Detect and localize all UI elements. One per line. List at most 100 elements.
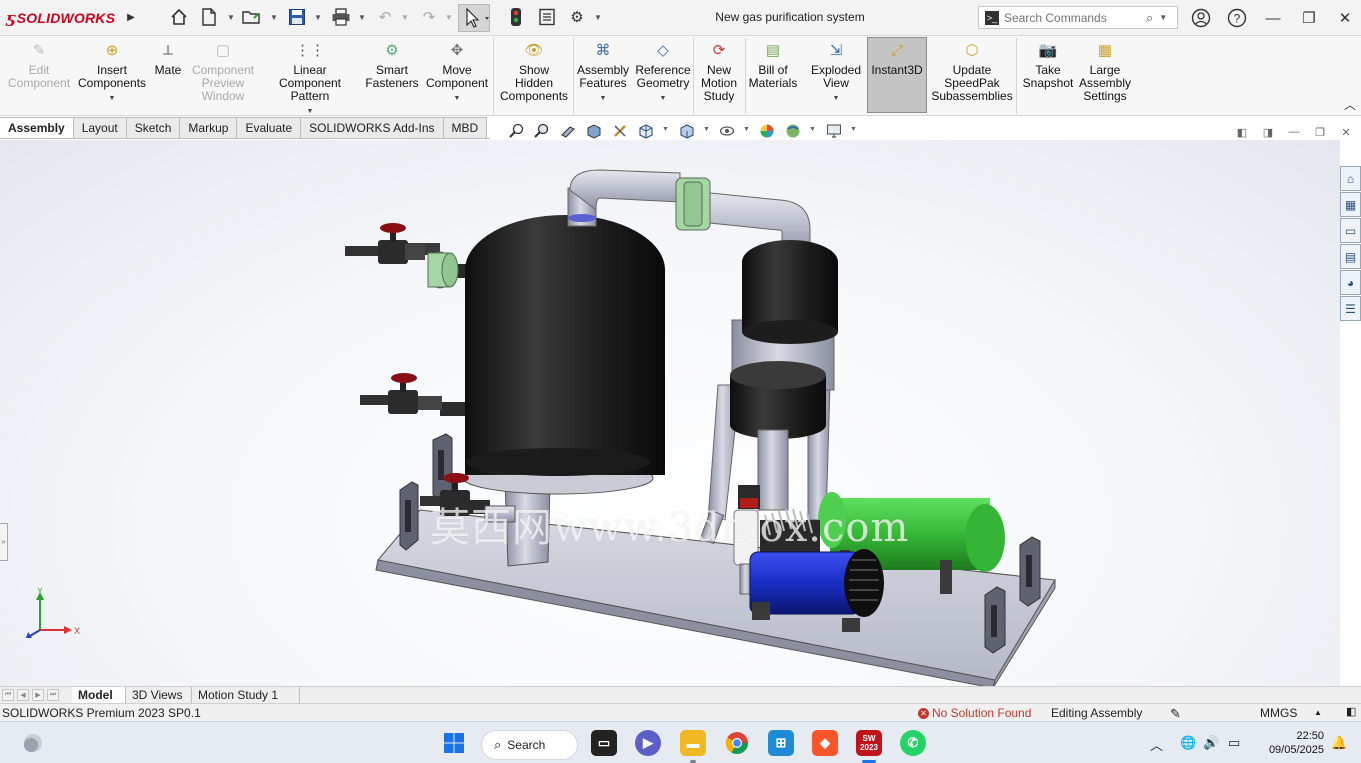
update-speedpak-subassemblies-button[interactable]: ⬡ Update SpeedPak Subassemblies bbox=[931, 40, 1012, 103]
component-preview-window-button[interactable]: ▢ Component Preview Window bbox=[190, 40, 256, 103]
solidworks-taskbar-icon[interactable]: SW 2023 bbox=[856, 730, 882, 756]
mate-button[interactable]: ⟂ Mate bbox=[148, 40, 188, 77]
bottom-tab-3d-views[interactable]: 3D Views bbox=[126, 687, 192, 703]
options-dropdown-icon[interactable]: ▼ bbox=[594, 12, 602, 22]
exploded-view-button[interactable]: ⇲ Exploded View ▼ bbox=[809, 40, 863, 105]
save-dropdown-icon[interactable]: ▼ bbox=[314, 12, 322, 22]
tray-overflow-icon[interactable]: ︿ bbox=[1150, 735, 1163, 754]
unit-system-text[interactable]: MMGS bbox=[1260, 706, 1297, 720]
redo-dropdown-icon[interactable]: ▼ bbox=[445, 12, 453, 22]
file-explorer-taskbar-icon[interactable]: ▬ bbox=[680, 730, 706, 756]
undo-icon[interactable]: ↶ bbox=[374, 6, 396, 28]
app-grid-icon[interactable]: ⊞ bbox=[768, 730, 794, 756]
view-orientation-icon[interactable] bbox=[636, 121, 656, 141]
taskbar-clock[interactable]: 22:50 09/05/2025 bbox=[1254, 729, 1324, 757]
take-snapshot-button[interactable]: 📷 Take Snapshot bbox=[1022, 40, 1074, 90]
file-explorer-icon[interactable]: ▭ bbox=[1340, 218, 1361, 243]
apply-scene-dropdown-icon[interactable]: ▼ bbox=[809, 126, 816, 133]
linear-component-pattern-button[interactable]: ⋮⋮ Linear Component Pattern ▼ bbox=[262, 40, 358, 118]
print-icon[interactable] bbox=[330, 6, 352, 28]
select-tool-button[interactable] bbox=[458, 4, 490, 32]
hide-show-items-icon[interactable] bbox=[717, 121, 737, 141]
new-motion-study-button[interactable]: ⟳ New Motion Study bbox=[699, 40, 739, 103]
search-input[interactable] bbox=[1004, 10, 1144, 25]
display-style-icon[interactable] bbox=[677, 121, 697, 141]
dynamic-annotation-icon[interactable] bbox=[610, 121, 630, 141]
ribbon-dropdown-icon[interactable]: ▼ bbox=[454, 92, 461, 105]
search-dropdown-icon[interactable]: ▼ bbox=[1159, 13, 1167, 22]
collapse-ribbon-icon[interactable]: ︿ bbox=[1344, 96, 1356, 113]
open-folder-icon[interactable] bbox=[241, 6, 263, 28]
search-commands-box[interactable]: >_ ⌕ ▼ bbox=[978, 6, 1178, 29]
hide-show-dropdown-icon[interactable]: ▼ bbox=[743, 126, 750, 133]
smart-fasteners-button[interactable]: ⚙ Smart Fasteners bbox=[365, 40, 418, 90]
battery-icon[interactable]: ▭ bbox=[1228, 735, 1240, 751]
display-style-dropdown-icon[interactable]: ▼ bbox=[703, 126, 710, 133]
reference-geometry-button[interactable]: ◇ Reference Geometry ▼ bbox=[635, 40, 690, 105]
ribbon-dropdown-icon[interactable]: ▼ bbox=[660, 92, 667, 105]
zoom-to-fit-icon[interactable] bbox=[507, 121, 527, 141]
notification-bell-icon[interactable]: 🔔 bbox=[1331, 735, 1347, 751]
prev-tab-icon[interactable]: ◀ bbox=[17, 689, 29, 701]
solidworks-resources-icon[interactable]: ⌂ bbox=[1340, 166, 1361, 191]
home-icon[interactable] bbox=[168, 6, 190, 28]
bottom-tab-motion-study-1[interactable]: Motion Study 1 bbox=[192, 687, 300, 703]
options-gear-icon[interactable]: ⚙ bbox=[566, 6, 588, 28]
search-icon[interactable]: ⌕ bbox=[1146, 10, 1153, 26]
save-icon[interactable] bbox=[286, 6, 308, 28]
assembly-features-button[interactable]: ⌘ Assembly Features ▼ bbox=[576, 40, 630, 105]
tab-solidworks-add-ins[interactable]: SOLIDWORKS Add-Ins bbox=[301, 117, 444, 139]
close-icon[interactable]: ✕ bbox=[1333, 6, 1357, 30]
file-properties-icon[interactable] bbox=[536, 6, 558, 28]
solidworks-logo[interactable]: ƽ SOLIDWORKS bbox=[6, 8, 115, 28]
instant3d-button[interactable]: ⤢ Instant3D bbox=[869, 40, 925, 77]
solution-status[interactable]: ✕ No Solution Found bbox=[918, 706, 1031, 720]
view-settings-dropdown-icon[interactable]: ▼ bbox=[850, 126, 857, 133]
whatsapp-icon[interactable]: ✆ bbox=[900, 730, 926, 756]
restore-icon[interactable]: ❐ bbox=[1297, 6, 1321, 30]
weather-widget-icon[interactable] bbox=[20, 730, 46, 756]
view-palette-icon[interactable]: ▤ bbox=[1340, 244, 1361, 269]
graphics-area[interactable]: 莫西网www.3dmox.com » Y X bbox=[0, 140, 1340, 686]
language-globe-icon[interactable]: 🌐 bbox=[1180, 735, 1196, 751]
viewport-next-icon[interactable]: ◨ bbox=[1260, 124, 1276, 140]
volume-icon[interactable]: 🔊 bbox=[1203, 735, 1219, 751]
print-dropdown-icon[interactable]: ▼ bbox=[358, 12, 366, 22]
menu-expand-icon[interactable]: ▶ bbox=[124, 6, 138, 28]
redo-icon[interactable]: ↷ bbox=[418, 6, 440, 28]
edit-appearance-icon[interactable] bbox=[757, 121, 777, 141]
show-hidden-components-button[interactable]: 👁 Show Hidden Components bbox=[500, 40, 568, 103]
view-orientation-dropdown-icon[interactable]: ▼ bbox=[662, 126, 669, 133]
status-expand-icon[interactable]: ◧ bbox=[1346, 705, 1356, 718]
appearances-icon[interactable]: ◕ bbox=[1340, 270, 1361, 295]
quick-note-icon[interactable]: ✎ bbox=[1170, 706, 1181, 722]
taskbar-search[interactable]: ⌕ Search bbox=[481, 730, 578, 760]
large-assembly-settings-button[interactable]: ▦ Large Assembly Settings bbox=[1079, 40, 1131, 103]
previous-view-icon[interactable] bbox=[558, 121, 578, 141]
new-document-icon[interactable] bbox=[198, 6, 220, 28]
brave-browser-icon[interactable]: ◆ bbox=[812, 730, 838, 756]
open-dropdown-icon[interactable]: ▼ bbox=[270, 12, 278, 22]
edit-component-button[interactable]: ✎ Edit Component bbox=[8, 40, 70, 90]
unit-system-dropdown-icon[interactable]: ▲ bbox=[1314, 708, 1322, 717]
tab-evaluate[interactable]: Evaluate bbox=[237, 117, 302, 139]
move-component-button[interactable]: ✥ Move Component ▼ bbox=[426, 40, 488, 105]
new-dropdown-icon[interactable]: ▼ bbox=[227, 12, 235, 22]
viewport-restore-icon[interactable]: ❐ bbox=[1312, 124, 1328, 140]
tab-markup[interactable]: Markup bbox=[180, 117, 238, 139]
tab-mbd[interactable]: MBD bbox=[443, 117, 488, 139]
assembly-model[interactable] bbox=[0, 140, 1340, 686]
ribbon-dropdown-icon[interactable]: ▼ bbox=[600, 92, 607, 105]
viewport-minimize-icon[interactable]: — bbox=[1286, 124, 1302, 140]
bill-of-materials-button[interactable]: ▤ Bill of Materials bbox=[749, 40, 798, 90]
help-icon[interactable]: ? bbox=[1225, 6, 1249, 30]
start-menu-icon[interactable] bbox=[441, 730, 467, 756]
next-tab-icon[interactable]: ▶ bbox=[32, 689, 44, 701]
section-view-icon[interactable] bbox=[584, 121, 604, 141]
ribbon-dropdown-icon[interactable]: ▼ bbox=[109, 92, 116, 105]
feature-manager-expand-handle[interactable]: » bbox=[0, 523, 8, 561]
ribbon-dropdown-icon[interactable]: ▼ bbox=[833, 92, 840, 105]
last-tab-icon[interactable]: ⏭ bbox=[47, 689, 59, 701]
minimize-icon[interactable]: — bbox=[1261, 6, 1285, 30]
custom-properties-icon[interactable]: ☰ bbox=[1340, 296, 1361, 321]
